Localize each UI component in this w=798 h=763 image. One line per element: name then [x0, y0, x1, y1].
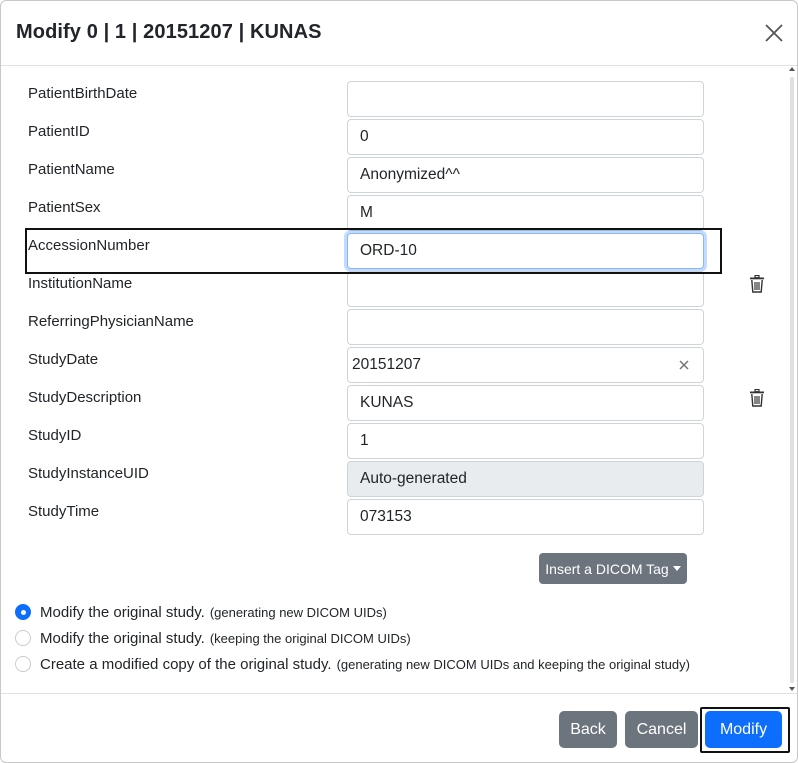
close-icon[interactable] — [763, 22, 785, 44]
referring-physician-name-input[interactable] — [347, 309, 704, 345]
label-patient-id: PatientID — [28, 123, 90, 140]
trash-icon[interactable] — [749, 274, 765, 293]
accession-number-input[interactable]: ORD-10 — [347, 233, 704, 269]
dialog-title: Modify 0 | 1 | 20151207 | KUNAS — [16, 21, 322, 43]
radio-button[interactable] — [15, 656, 31, 672]
option-label: Create a modified copy of the original s… — [40, 655, 332, 673]
label-patient-sex: PatientSex — [28, 199, 101, 216]
back-button[interactable]: Back — [559, 711, 617, 748]
patient-name-input[interactable]: Anonymized^^ — [347, 157, 704, 193]
patient-id-input[interactable]: 0 — [347, 119, 704, 155]
insert-dicom-tag-button[interactable]: Insert a DICOM Tag — [539, 553, 687, 584]
caret-down-icon — [672, 566, 681, 571]
label-study-date: StudyDate — [28, 351, 99, 368]
patient-birth-date-input[interactable] — [347, 81, 704, 117]
clear-icon[interactable] — [677, 358, 691, 372]
option-create-copy[interactable]: Create a modified copy of the original s… — [15, 654, 690, 674]
cancel-button[interactable]: Cancel — [625, 711, 698, 748]
study-description-input[interactable]: KUNAS — [347, 385, 704, 421]
label-study-id: StudyID — [28, 427, 82, 444]
modify-button[interactable]: Modify — [705, 711, 782, 748]
insert-dicom-tag-label: Insert a DICOM Tag — [545, 560, 669, 577]
trash-icon[interactable] — [749, 388, 765, 407]
label-referring-physician-name: ReferringPhysicianName — [28, 313, 194, 330]
label-institution-name: InstitutionName — [28, 275, 133, 292]
option-note: (keeping the original DICOM UIDs) — [209, 630, 411, 646]
modify-dialog: Modify 0 | 1 | 20151207 | KUNAS PatientB… — [0, 0, 798, 763]
study-date-value: 20151207 — [352, 356, 421, 373]
label-patient-birth-date: PatientBirthDate — [28, 85, 138, 102]
label-study-description: StudyDescription — [28, 389, 142, 406]
radio-button[interactable] — [15, 630, 31, 646]
option-label: Modify the original study. — [40, 629, 205, 647]
option-note: (generating new DICOM UIDs) — [209, 604, 387, 620]
study-time-input[interactable]: 073153 — [347, 499, 704, 535]
label-study-instance-uid: StudyInstanceUID — [28, 465, 149, 482]
label-patient-name: PatientName — [28, 161, 115, 178]
option-modify-new-uids[interactable]: Modify the original study. (generating n… — [15, 602, 387, 622]
radio-button[interactable] — [15, 604, 31, 620]
institution-name-input[interactable] — [347, 271, 704, 307]
label-study-time: StudyTime — [28, 503, 100, 520]
patient-sex-input[interactable]: M — [347, 195, 704, 231]
option-note: (generating new DICOM UIDs and keeping t… — [336, 656, 690, 672]
study-date-input[interactable]: 20151207 — [347, 347, 704, 383]
scrollbar[interactable] — [787, 65, 797, 693]
option-label: Modify the original study. — [40, 603, 205, 621]
option-modify-keep-uids[interactable]: Modify the original study. (keeping the … — [15, 628, 411, 648]
dialog-header: Modify 0 | 1 | 20151207 | KUNAS — [1, 1, 797, 66]
label-accession-number: AccessionNumber — [28, 237, 150, 254]
study-id-input[interactable]: 1 — [347, 423, 704, 459]
study-instance-uid-input: Auto-generated — [347, 461, 704, 497]
